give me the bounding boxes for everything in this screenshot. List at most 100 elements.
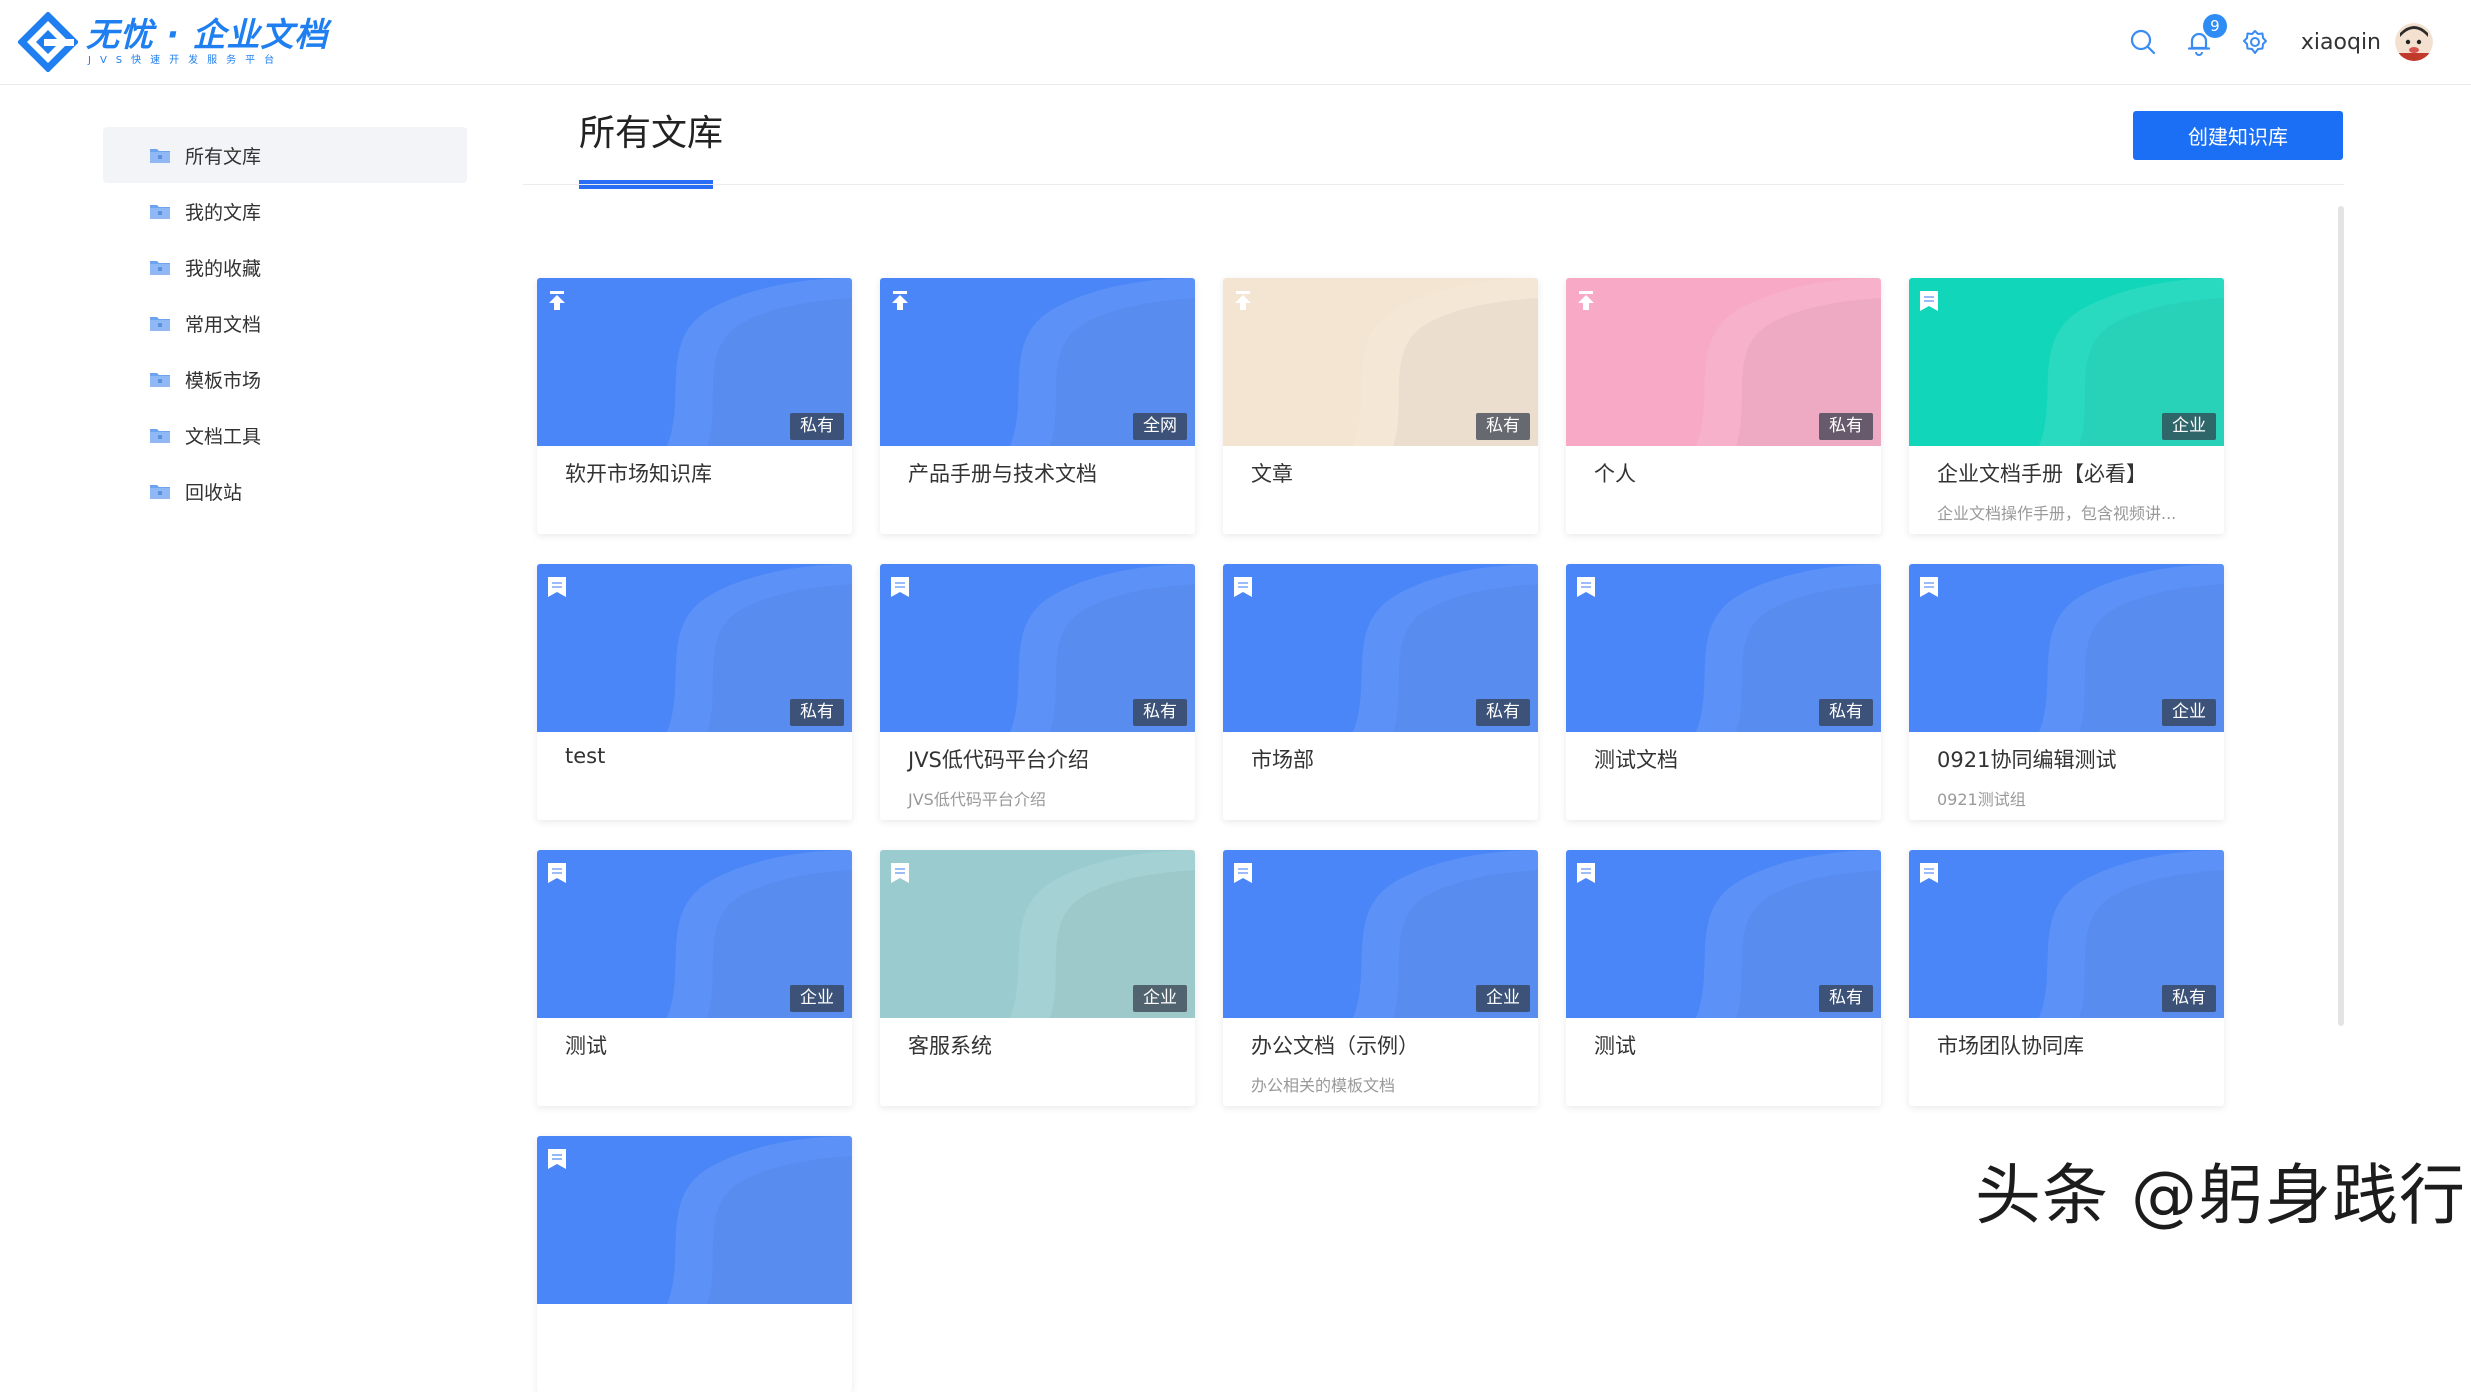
bookmark-icon <box>548 577 566 597</box>
sidebar-item-label: 文档工具 <box>185 425 262 448</box>
library-card[interactable]: 私有 JVS低代码平台介绍 JVS低代码平台介绍 <box>880 564 1195 820</box>
pin-icon <box>1235 291 1251 310</box>
library-name: 市场团队协同库 <box>1937 1034 2084 1058</box>
visibility-tag: 企业 <box>2162 699 2216 726</box>
visibility-tag: 私有 <box>790 413 844 440</box>
bookmark-icon <box>1920 863 1938 883</box>
library-cover: 企业 <box>1223 850 1538 1018</box>
sidebar-item[interactable]: 模板市场 <box>103 351 467 407</box>
folder-icon <box>150 204 170 219</box>
brand-logo[interactable]: 无忧 · 企业文档 JVS快速开发服务平台 <box>18 12 329 72</box>
sidebar-item[interactable]: 常用文档 <box>103 295 467 351</box>
title-divider <box>523 184 2344 185</box>
library-description: JVS低代码平台介绍 <box>908 790 1046 809</box>
gear-icon[interactable] <box>2239 26 2271 58</box>
visibility-tag: 私有 <box>1476 699 1530 726</box>
library-name: 办公文档（示例） <box>1251 1034 1419 1058</box>
pin-icon <box>1578 291 1594 310</box>
library-cover: 私有 <box>1566 850 1881 1018</box>
library-cover: 私有 <box>1223 278 1538 446</box>
library-card[interactable]: 企业 办公文档（示例） 办公相关的模板文档 <box>1223 850 1538 1106</box>
library-cover: 私有 <box>1566 564 1881 732</box>
scrollbar[interactable] <box>2338 206 2344 1026</box>
library-card[interactable]: 全网产品手册与技术文档 <box>880 278 1195 534</box>
notification-badge: 9 <box>2202 14 2227 38</box>
library-name: 文章 <box>1251 462 1293 486</box>
library-card[interactable]: 企业 客服系统 <box>880 850 1195 1106</box>
library-card[interactable]: 私有文章 <box>1223 278 1538 534</box>
sidebar-item-label: 回收站 <box>185 481 243 504</box>
search-icon[interactable] <box>2127 26 2159 58</box>
sidebar-item[interactable]: 我的收藏 <box>103 239 467 295</box>
sidebar-item-label: 我的文库 <box>185 201 262 224</box>
visibility-tag: 企业 <box>1476 985 1530 1012</box>
library-cover: 企业 <box>1909 278 2224 446</box>
visibility-tag: 私有 <box>790 699 844 726</box>
bookmark-icon <box>1577 577 1595 597</box>
bookmark-icon <box>891 863 909 883</box>
visibility-tag: 私有 <box>2162 985 2216 1012</box>
folder-icon <box>150 428 170 443</box>
pin-icon <box>892 291 908 310</box>
page-title: 所有文库 <box>579 113 724 154</box>
bell-icon[interactable]: 9 <box>2183 14 2227 58</box>
bookmark-icon <box>1234 577 1252 597</box>
logo-icon <box>18 12 78 72</box>
library-card[interactable]: 私有 测试 <box>1566 850 1881 1106</box>
visibility-tag: 私有 <box>1476 413 1530 440</box>
library-card[interactable] <box>537 1136 852 1392</box>
library-name: 市场部 <box>1251 748 1314 772</box>
visibility-tag: 企业 <box>790 985 844 1012</box>
library-cover: 私有 <box>1909 850 2224 1018</box>
library-card[interactable]: 企业 企业文档手册【必看】 企业文档操作手册，包含视频讲... <box>1909 278 2224 534</box>
bookmark-icon <box>1920 291 1938 311</box>
library-card[interactable]: 企业测试 <box>537 850 852 1106</box>
library-card[interactable]: 私有软开市场知识库 <box>537 278 852 534</box>
sidebar-item[interactable]: 文档工具 <box>103 407 467 463</box>
folder-icon <box>150 316 170 331</box>
library-card[interactable]: 企业 0921协同编辑测试 0921测试组 <box>1909 564 2224 820</box>
visibility-tag: 私有 <box>1819 413 1873 440</box>
library-description: 0921测试组 <box>1937 790 2026 809</box>
library-cover: 私有 <box>537 278 852 446</box>
library-name: 测试 <box>565 1034 607 1058</box>
library-card[interactable]: 私有市场团队协同库 <box>1909 850 2224 1106</box>
library-cover: 私有 <box>1566 278 1881 446</box>
library-card[interactable]: 私有市场部 <box>1223 564 1538 820</box>
library-name: 个人 <box>1594 462 1636 486</box>
library-card[interactable]: 私有个人 <box>1566 278 1881 534</box>
sidebar-item-label: 模板市场 <box>185 369 262 392</box>
sidebar-item-label: 我的收藏 <box>185 257 262 280</box>
library-cover: 私有 <box>537 564 852 732</box>
sidebar-item[interactable]: 回收站 <box>103 463 467 519</box>
bookmark-icon <box>1920 577 1938 597</box>
folder-icon <box>150 372 170 387</box>
folder-icon <box>150 260 170 275</box>
bookmark-icon <box>891 577 909 597</box>
folder-icon <box>150 484 170 499</box>
library-name: 产品手册与技术文档 <box>908 462 1097 486</box>
sidebar-item[interactable]: 所有文库 <box>103 127 467 183</box>
sidebar-item-label: 所有文库 <box>185 145 262 168</box>
create-library-button[interactable]: 创建知识库 <box>2133 111 2343 160</box>
visibility-tag: 全网 <box>1133 413 1187 440</box>
library-card[interactable]: 私有 测试文档 <box>1566 564 1881 820</box>
library-cover: 全网 <box>880 278 1195 446</box>
avatar[interactable] <box>2395 23 2433 61</box>
bookmark-icon <box>1234 863 1252 883</box>
library-description: 企业文档操作手册，包含视频讲... <box>1937 504 2177 523</box>
watermark-text: 头条 @躬身践行 <box>1975 1157 2466 1234</box>
sidebar-item[interactable]: 我的文库 <box>103 183 467 239</box>
library-name: test <box>565 744 606 768</box>
username[interactable]: xiaoqin <box>2301 30 2381 55</box>
folder-icon <box>150 148 170 163</box>
pin-icon <box>549 291 565 310</box>
library-cover: 企业 <box>1909 564 2224 732</box>
top-header: 无忧 · 企业文档 JVS快速开发服务平台 9 xiaoqin <box>0 0 2471 85</box>
visibility-tag: 私有 <box>1819 985 1873 1012</box>
library-name: 软开市场知识库 <box>565 462 712 486</box>
library-cover: 私有 <box>880 564 1195 732</box>
visibility-tag: 企业 <box>2162 413 2216 440</box>
library-cover <box>537 1136 852 1304</box>
library-card[interactable]: 私有 test <box>537 564 852 820</box>
